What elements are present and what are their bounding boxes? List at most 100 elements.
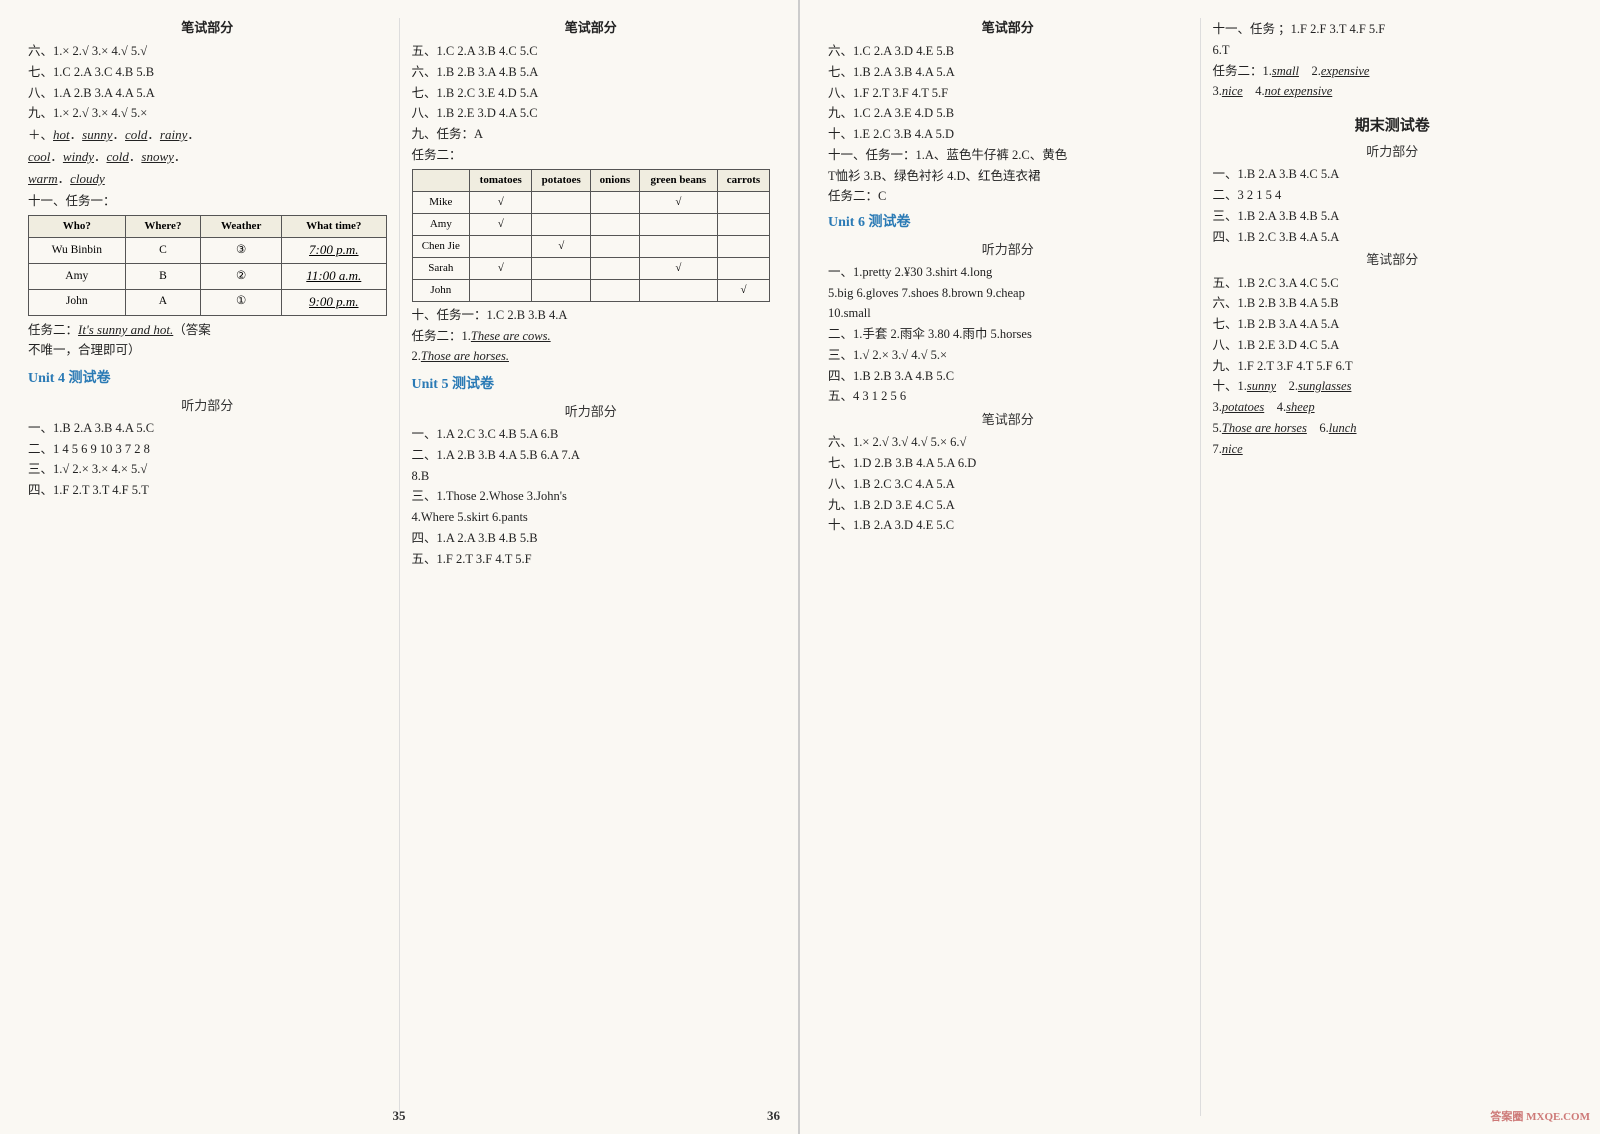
unit6-write-title: 笔试部分 [828,410,1188,430]
fw-ten-2: 3.potatoes 4.sheep [1213,398,1573,417]
col-where: Where? [125,216,201,238]
r1-line-10: 十、1.E 2.C 3.B 4.A 5.D [828,125,1188,144]
th-potatoes: potatoes [532,169,591,191]
cell-name: Wu Binbin [29,238,126,264]
unit6-listen-title: 听力部分 [828,240,1188,260]
cell-where: B [125,264,201,290]
u6-l4: 二、1.手套 2.雨伞 3.80 4.雨巾 5.horses [828,325,1188,344]
r1-line-9: 九、1.C 2.A 3.E 4.D 5.B [828,104,1188,123]
r2-task2-1: 任务二：1.small 2.expensive [1213,62,1573,81]
ten-items-2: cool．windy．cold．snowy． [28,147,387,167]
r2-task2-2: 3.nice 4.not expensive [1213,82,1573,101]
u5-l5: 4.Where 5.skirt 6.pants [412,508,771,527]
task2-2: 2.Those are horses. [412,347,771,366]
right-col1: 笔试部分 六、1.C 2.A 3.D 4.E 5.B 七、1.B 2.A 3.B… [820,18,1196,1116]
u6-w5: 十、1.B 2.A 3.D 4.E 5.C [828,516,1188,535]
left-col2: 笔试部分 五、1.C 2.A 3.B 4.C 5.C 六、1.B 2.B 3.A… [404,18,779,1116]
nine-label: 九、任务：A [412,125,771,144]
col-weather: Weather [201,216,282,238]
c2-line-7: 七、1.B 2.C 3.E 4.D 5.A [412,84,771,103]
u5-l2: 二、1.A 2.B 3.B 4.A 5.B 6.A 7.A [412,446,771,465]
u5-l1: 一、1.A 2.C 3.C 4.B 5.A 6.B [412,425,771,444]
u5-l7: 五、1.F 2.T 3.F 4.T 5.F [412,550,771,569]
check [639,235,717,257]
page-number-left: 35 [393,1108,406,1124]
u6-l6: 四、1.B 2.B 3.A 4.B 5.C [828,367,1188,386]
r1-eleven-1: 十一、任务一：1.A、蓝色牛仔裤 2.C、黄色 [828,146,1188,165]
u6-w3: 八、1.B 2.C 3.C 4.A 5.A [828,475,1188,494]
ten-items-3: warm．cloudy [28,169,387,189]
name-john: John [412,279,470,301]
unit4-listen-title: 听力部分 [28,396,387,416]
fw-3: 七、1.B 2.B 3.A 4.A 5.A [1213,315,1573,334]
table-row: Wu Binbin C ③ 7:00 p.m. [29,238,387,264]
check [591,257,640,279]
check [717,257,769,279]
cell-weather: ② [201,264,282,290]
check: √ [470,213,532,235]
check: √ [470,257,532,279]
line-6: 六、1.× 2.√ 3.× 4.√ 5.√ [28,42,387,61]
check: √ [470,191,532,213]
name-sarah: Sarah [412,257,470,279]
u6-l3: 10.small [828,304,1188,323]
th-tomatoes: tomatoes [470,169,532,191]
fw-2: 六、1.B 2.B 3.B 4.A 5.B [1213,294,1573,313]
page-number-right: 36 [767,1108,780,1124]
check [532,213,591,235]
table-row: Mike √ √ [412,191,770,213]
cell-name: Amy [29,264,126,290]
check: √ [717,279,769,301]
fw-ten-1: 十、1.sunny 2.sunglasses [1213,377,1573,396]
th-carrots: carrots [717,169,769,191]
cell-time: 7:00 p.m. [282,238,386,264]
name-amy: Amy [412,213,470,235]
left-col1: 笔试部分 六、1.× 2.√ 3.× 4.√ 5.√ 七、1.C 2.A 3.C… [20,18,395,1116]
check: √ [532,235,591,257]
task2-1: 任务二：1.These are cows. [412,327,771,346]
u5-l3: 8.B [412,467,771,486]
c2-line-8: 八、1.B 2.E 3.D 4.A 5.C [412,104,771,123]
check [532,279,591,301]
th-onions: onions [591,169,640,191]
name-chenjie: Chen Jie [412,235,470,257]
u6-w1: 六、1.× 2.√ 3.√ 4.√ 5.× 6.√ [828,433,1188,452]
table-row: Amy B ② 11:00 a.m. [29,264,387,290]
table-row: Amy √ [412,213,770,235]
final-write-title: 笔试部分 [1213,250,1573,270]
th-greenbeans: green beans [639,169,717,191]
u5-l6: 四、1.A 2.A 3.B 4.B 5.B [412,529,771,548]
r1-eleven-2: T恤衫 3.B、绿色衬衫 4.D、红色连衣裙 [828,167,1188,186]
fw-ten-3: 5.Those are horses 6.lunch [1213,419,1573,438]
unit6-title: Unit 6 测试卷 [828,212,1188,234]
task2-label: 任务二：It's sunny and hot.（答案 [28,320,387,340]
right-col1-section: 笔试部分 [828,18,1188,38]
u5-l4: 三、1.Those 2.Whose 3.John's [412,487,771,506]
check [717,213,769,235]
right-page: 笔试部分 六、1.C 2.A 3.D 4.E 5.B 七、1.B 2.A 3.B… [800,0,1600,1134]
r1-line-7: 七、1.B 2.A 3.B 4.A 5.A [828,63,1188,82]
task2-note: 不唯一，合理即可） [28,341,387,360]
table-row: John A ① 9:00 p.m. [29,289,387,315]
watermark: 答案圈 MXQE.COM [1490,1109,1590,1126]
check [470,279,532,301]
check [591,213,640,235]
name-mike: Mike [412,191,470,213]
check [591,191,640,213]
page: 笔试部分 六、1.× 2.√ 3.× 4.√ 5.√ 七、1.C 2.A 3.C… [0,0,1600,1134]
u6-w4: 九、1.B 2.D 3.E 4.C 5.A [828,496,1188,515]
th-name [412,169,470,191]
cell-name: John [29,289,126,315]
final-listen-title: 听力部分 [1213,142,1573,162]
check [591,279,640,301]
r1-line-8: 八、1.F 2.T 3.F 4.T 5.F [828,84,1188,103]
cell-where: C [125,238,201,264]
u6-w2: 七、1.D 2.B 3.B 4.A 5.A 6.D [828,454,1188,473]
c2-line-5: 五、1.C 2.A 3.B 4.C 5.C [412,42,771,61]
line-8: 八、1.A 2.B 3.A 4.A 5.A [28,84,387,103]
fw-5: 九、1.F 2.T 3.F 4.T 5.F 6.T [1213,357,1573,376]
fl-4: 四、1.B 2.C 3.B 4.A 5.A [1213,228,1573,247]
left-col1-section: 笔试部分 [28,18,387,38]
fl-2: 二、3 2 1 5 4 [1213,186,1573,205]
col-divider-2 [1200,18,1201,1116]
